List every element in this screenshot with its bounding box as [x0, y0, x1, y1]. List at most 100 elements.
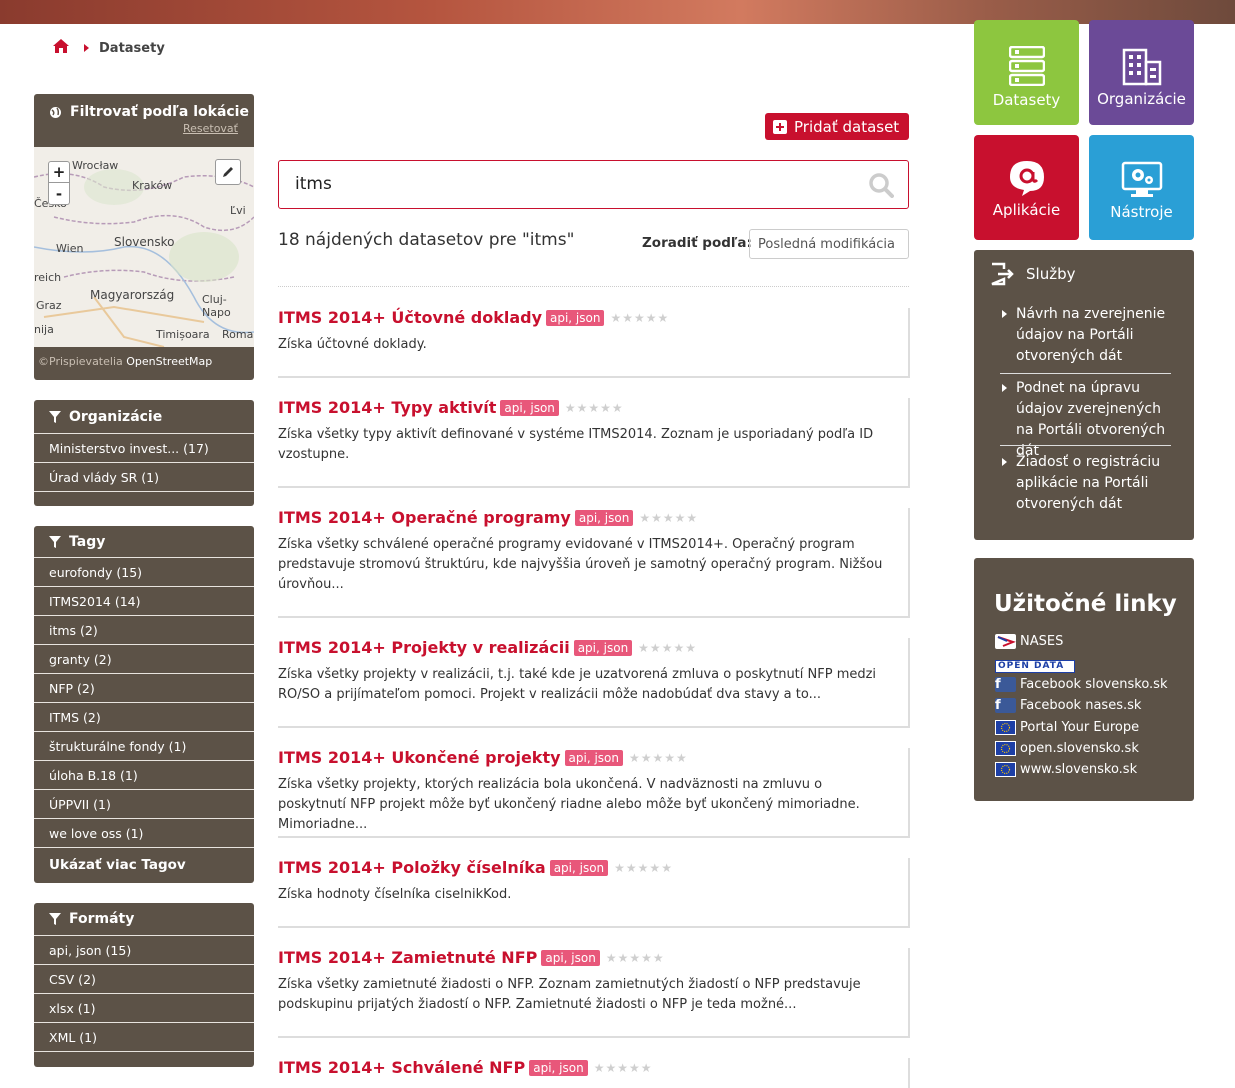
tile-organizations[interactable]: Organizácie [1089, 20, 1194, 125]
eu-flag-icon [995, 762, 1016, 777]
facet-item-tag[interactable]: ITMS (2) [34, 702, 254, 731]
useful-link[interactable]: f Facebook slovensko.sk [995, 677, 1167, 692]
dataset-title-link[interactable]: ITMS 2014+ Účtovné doklady [278, 308, 542, 327]
dataset-item: ITMS 2014+ Typy aktivít api, json ★★★★★ Zí… [278, 398, 910, 488]
location-map[interactable]: Wrocław Kraków Česko Ľvi Slovensko Wien … [34, 147, 254, 347]
dataset-title-link[interactable]: ITMS 2014+ Položky číselníka [278, 858, 546, 877]
dataset-title-link[interactable]: ITMS 2014+ Projekty v realizácii [278, 638, 570, 657]
format-badge[interactable]: api, json [573, 639, 633, 656]
service-link-label: Návrh na zverejnenie údajov na Portáli o… [1016, 306, 1166, 364]
home-icon[interactable] [52, 38, 70, 58]
facet-item-organization[interactable]: Úrad vlády SR (1) [34, 462, 254, 491]
results-divider [278, 286, 909, 287]
facet-item-tag[interactable]: úloha B.18 (1) [34, 760, 254, 789]
useful-link-label: www.slovensko.sk [1020, 762, 1138, 777]
add-dataset-label: Pridať dataset [794, 117, 900, 136]
organizations-facet-title: Organizácie [69, 408, 163, 425]
facet-divider [34, 491, 254, 505]
tile-datasets-label: Datasety [992, 91, 1061, 109]
useful-link[interactable]: Portal Your Europe [995, 720, 1139, 735]
draw-rectangle-button[interactable] [215, 159, 241, 185]
organizations-facet-panel: Organizácie Ministerstvo invest... (17) … [34, 400, 254, 506]
format-badge[interactable]: api, json [529, 1059, 588, 1076]
breadcrumb-current[interactable]: Datasety [99, 41, 165, 56]
map-label: Cluj-Napo [202, 293, 231, 319]
facet-item-format[interactable]: XML (1) [34, 1022, 254, 1051]
organizations-facet-header: Organizácie [34, 400, 254, 433]
map-label: Kraków [132, 179, 173, 192]
zoom-in-button[interactable]: + [48, 161, 70, 183]
open-data-logo: OPEN DATA [995, 660, 1075, 673]
dataset-item: ITMS 2014+ Operačné programy api, json ★★★… [278, 508, 910, 618]
dataset-description: Získa účtovné doklady. [278, 337, 427, 352]
format-badge[interactable]: api, json [564, 749, 623, 766]
dataset-title-link[interactable]: ITMS 2014+ Schválené NFP [278, 1058, 525, 1077]
formats-facet-panel: Formáty api, json (15) CSV (2) xlsx (1) … [34, 903, 254, 1067]
facet-item-format[interactable]: CSV (2) [34, 964, 254, 993]
facet-item-format[interactable]: api, json (15) [34, 935, 254, 964]
breadcrumb: Datasety [52, 38, 165, 58]
facet-item-tag[interactable]: granty (2) [34, 644, 254, 673]
facet-item-tag[interactable]: štrukturálne fondy (1) [34, 731, 254, 760]
facet-item-tag[interactable]: ÚPPVII (1) [34, 789, 254, 818]
useful-links-panel: Užitočné linky NASES OPEN DATA f Faceboo… [974, 558, 1194, 801]
facet-item-tag[interactable]: ITMS2014 (14) [34, 586, 254, 615]
facet-item-organization[interactable]: Ministerstvo invest... (17) [34, 433, 254, 462]
reset-location-link[interactable]: Resetovať [183, 122, 238, 135]
format-badge[interactable]: api, json [549, 859, 609, 876]
at-sign-icon [1009, 161, 1044, 196]
format-badge[interactable]: api, json [500, 399, 559, 416]
dataset-title-link[interactable]: ITMS 2014+ Typy aktivít [278, 398, 496, 417]
sort-select[interactable]: Posledná modifikácia [749, 229, 909, 259]
caret-right-icon [1002, 310, 1007, 318]
rating-stars: ★★★★★ [605, 950, 665, 965]
service-link[interactable]: Žiadosť o registráciu aplikácie na Portá… [1000, 452, 1172, 515]
format-badge[interactable]: api, json [574, 509, 634, 526]
useful-link[interactable]: open.slovensko.sk [995, 741, 1139, 756]
format-badge[interactable]: api, json [546, 309, 605, 326]
tile-tools[interactable]: Nástroje [1089, 135, 1194, 240]
facet-item-tag[interactable]: itms (2) [34, 615, 254, 644]
useful-link-label: Facebook slovensko.sk [1020, 677, 1168, 692]
dataset-title-link[interactable]: ITMS 2014+ Zamietnuté NFP [278, 948, 537, 967]
show-more-tags-link[interactable]: Ukázať viac Tagov [34, 847, 254, 881]
useful-link[interactable]: f Facebook nases.sk [995, 698, 1141, 713]
rating-stars: ★★★★★ [593, 1060, 653, 1075]
facet-item-format[interactable]: xlsx (1) [34, 993, 254, 1022]
openstreetmap-link[interactable]: OpenStreetMap [126, 355, 212, 368]
formats-facet-title: Formáty [69, 911, 135, 927]
add-dataset-button[interactable]: Pridať dataset [765, 113, 909, 140]
monitor-gears-icon [1121, 161, 1162, 197]
search-input[interactable] [295, 174, 795, 194]
database-icon [1008, 46, 1045, 86]
caret-right-icon [1002, 458, 1007, 466]
useful-link[interactable]: NASES [995, 634, 1063, 649]
location-filter-title: Filtrovať podľa lokácie [70, 104, 249, 120]
dataset-title-link[interactable]: ITMS 2014+ Operačné programy [278, 508, 571, 527]
filter-icon [49, 535, 61, 548]
service-link[interactable]: Podnet na úpravu údajov zverejnených na … [1000, 378, 1172, 462]
zoom-out-button[interactable]: - [48, 183, 70, 205]
facet-item-tag[interactable]: eurofondy (15) [34, 557, 254, 586]
facet-item-tag[interactable]: we love oss (1) [34, 818, 254, 847]
useful-link[interactable]: OPEN DATA [995, 660, 1075, 673]
map-label: reich [34, 271, 62, 284]
location-filter-panel: Filtrovať podľa lokácie Resetovať Wrocła… [34, 94, 254, 380]
dataset-title-link[interactable]: ITMS 2014+ Ukončené projekty [278, 748, 561, 767]
tile-datasets[interactable]: Datasety [974, 20, 1079, 125]
dataset-item: ITMS 2014+ Ukončené projekty api, json ★★★… [278, 748, 910, 838]
useful-link[interactable]: www.slovensko.sk [995, 762, 1137, 777]
service-link-label: Podnet na úpravu údajov zverejnených na … [1016, 380, 1166, 459]
building-icon [1122, 48, 1161, 86]
service-link[interactable]: Návrh na zverejnenie údajov na Portáli o… [1000, 304, 1172, 367]
tile-applications[interactable]: Aplikácie [974, 135, 1079, 240]
search-icon[interactable] [868, 172, 894, 198]
facet-item-tag[interactable]: NFP (2) [34, 673, 254, 702]
map-attribution: ©Prispievatelia OpenStreetMap [38, 355, 212, 368]
eu-flag-icon [995, 720, 1016, 735]
filter-icon [49, 410, 61, 423]
format-badge[interactable]: api, json [541, 949, 600, 966]
rating-stars: ★★★★★ [638, 640, 697, 655]
map-label: nija [34, 323, 54, 336]
sort-label: Zoradiť podľa: [642, 235, 752, 251]
